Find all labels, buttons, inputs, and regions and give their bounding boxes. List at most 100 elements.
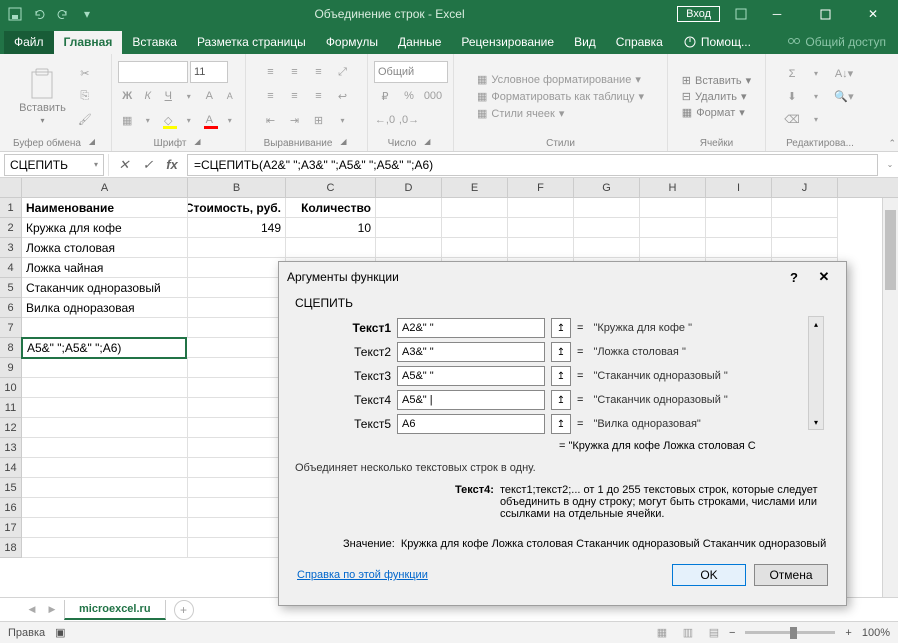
cell-E1[interactable] xyxy=(442,198,508,218)
row-header-17[interactable]: 17 xyxy=(0,518,22,538)
col-header-D[interactable]: D xyxy=(376,178,442,197)
cell-B2[interactable]: 149 xyxy=(188,218,286,238)
cell-F3[interactable] xyxy=(508,238,574,258)
percent-icon[interactable]: % xyxy=(398,85,420,107)
row-header-10[interactable]: 10 xyxy=(0,378,22,398)
cell-G3[interactable] xyxy=(574,238,640,258)
font-color-button[interactable]: A xyxy=(200,109,219,131)
wrap-text-icon[interactable]: ↩ xyxy=(332,85,354,107)
align-top-icon[interactable]: ≡ xyxy=(260,61,282,83)
col-header-B[interactable]: B xyxy=(188,178,286,197)
cell-C2[interactable]: 10 xyxy=(286,218,376,238)
tab-help[interactable]: Справка xyxy=(606,31,673,54)
cell-A5[interactable]: Стаканчик одноразовый xyxy=(22,278,188,298)
cell-A8[interactable]: A5&" ";A5&" ";A6) xyxy=(21,337,187,359)
cell-C3[interactable] xyxy=(286,238,376,258)
cell-B4[interactable] xyxy=(188,258,286,278)
arg-ref-button-3[interactable]: ↥ xyxy=(551,390,571,410)
align-center-icon[interactable]: ≡ xyxy=(284,85,306,107)
fill-icon[interactable]: ⬇ xyxy=(781,86,803,108)
sheet-prev-icon[interactable]: ◀ xyxy=(24,602,40,618)
collapse-ribbon-icon[interactable]: ⌃ xyxy=(888,138,896,149)
cell-B8[interactable] xyxy=(186,338,284,358)
row-header-16[interactable]: 16 xyxy=(0,498,22,518)
cell-I3[interactable] xyxy=(706,238,772,258)
format-painter-icon[interactable]: 🖌 xyxy=(74,108,96,130)
cell-styles-button[interactable]: ▦Стили ячеек ▾ xyxy=(475,106,646,121)
arg-input-1[interactable] xyxy=(397,342,545,362)
cell-H1[interactable] xyxy=(640,198,706,218)
cell-B13[interactable] xyxy=(188,438,286,458)
arg-input-4[interactable] xyxy=(397,414,545,434)
cell-A15[interactable] xyxy=(22,478,188,498)
arg-ref-button-4[interactable]: ↥ xyxy=(551,414,571,434)
tab-share[interactable]: Общий доступ xyxy=(777,31,898,54)
sheet-next-icon[interactable]: ▶ xyxy=(44,602,60,618)
insert-cells-button[interactable]: ⊞Вставить ▾ xyxy=(680,73,753,88)
cell-J2[interactable] xyxy=(772,218,838,238)
cell-A10[interactable] xyxy=(22,378,188,398)
decrease-indent-icon[interactable]: ⇤ xyxy=(260,109,282,131)
clipboard-launcher[interactable]: ◢ xyxy=(86,137,98,149)
cell-A1[interactable]: Наименование xyxy=(22,198,188,218)
row-header-11[interactable]: 11 xyxy=(0,398,22,418)
cell-I2[interactable] xyxy=(706,218,772,238)
cell-H3[interactable] xyxy=(640,238,706,258)
dialog-close-button[interactable]: ✕ xyxy=(810,266,838,288)
cell-I1[interactable] xyxy=(706,198,772,218)
border-button[interactable]: ▦ xyxy=(118,109,137,131)
comma-icon[interactable]: 000 xyxy=(422,85,444,107)
tab-data[interactable]: Данные xyxy=(388,31,451,54)
vertical-scrollbar[interactable] xyxy=(882,198,898,597)
row-header-3[interactable]: 3 xyxy=(0,238,22,258)
tab-view[interactable]: Вид xyxy=(564,31,606,54)
ok-button[interactable]: OK xyxy=(672,564,746,586)
arg-ref-button-1[interactable]: ↥ xyxy=(551,342,571,362)
merge-button[interactable]: ⊞ xyxy=(308,109,330,131)
align-middle-icon[interactable]: ≡ xyxy=(284,61,306,83)
row-header-7[interactable]: 7 xyxy=(0,318,22,338)
row-header-9[interactable]: 9 xyxy=(0,358,22,378)
cell-E2[interactable] xyxy=(442,218,508,238)
autosum-icon[interactable]: Σ xyxy=(781,63,803,85)
font-color-dropdown[interactable]: ▾ xyxy=(221,109,240,131)
orientation-icon[interactable]: ⤢ xyxy=(332,61,354,83)
cell-B12[interactable] xyxy=(188,418,286,438)
row-header-8[interactable]: 8 xyxy=(0,338,22,358)
increase-indent-icon[interactable]: ⇥ xyxy=(284,109,306,131)
row-header-18[interactable]: 18 xyxy=(0,538,22,558)
arg-ref-button-2[interactable]: ↥ xyxy=(551,366,571,386)
tab-formulas[interactable]: Формулы xyxy=(316,31,388,54)
bold-button[interactable]: Ж xyxy=(118,85,137,107)
cell-E3[interactable] xyxy=(442,238,508,258)
arg-input-2[interactable] xyxy=(397,366,545,386)
expand-formula-icon[interactable]: ⌄ xyxy=(882,160,898,169)
cell-C1[interactable]: Количество xyxy=(286,198,376,218)
cell-B6[interactable] xyxy=(188,298,286,318)
decrease-decimal-icon[interactable]: ,0→ xyxy=(398,109,420,131)
row-header-4[interactable]: 4 xyxy=(0,258,22,278)
col-header-J[interactable]: J xyxy=(772,178,838,197)
cancel-button[interactable]: Отмена xyxy=(754,564,828,586)
cell-A14[interactable] xyxy=(22,458,188,478)
args-scrollbar[interactable]: ▴ ▾ xyxy=(808,316,824,430)
underline-dropdown[interactable]: ▾ xyxy=(180,85,199,107)
format-as-table-button[interactable]: ▦Форматировать как таблицу ▾ xyxy=(475,89,646,104)
row-header-15[interactable]: 15 xyxy=(0,478,22,498)
increase-decimal-icon[interactable]: ←,0 xyxy=(374,109,396,131)
row-header-12[interactable]: 12 xyxy=(0,418,22,438)
cell-A2[interactable]: Кружка для кофе xyxy=(22,218,188,238)
decrease-font-icon[interactable]: A xyxy=(221,85,240,107)
cell-B3[interactable] xyxy=(188,238,286,258)
cell-B5[interactable] xyxy=(188,278,286,298)
cell-J1[interactable] xyxy=(772,198,838,218)
cell-D1[interactable] xyxy=(376,198,442,218)
arg-input-0[interactable] xyxy=(397,318,545,338)
cell-G1[interactable] xyxy=(574,198,640,218)
col-header-G[interactable]: G xyxy=(574,178,640,197)
align-right-icon[interactable]: ≡ xyxy=(308,85,330,107)
cell-A12[interactable] xyxy=(22,418,188,438)
tab-assist[interactable]: Помощ... xyxy=(673,31,761,54)
increase-font-icon[interactable]: A xyxy=(200,85,219,107)
fx-icon[interactable]: fx xyxy=(161,154,183,176)
